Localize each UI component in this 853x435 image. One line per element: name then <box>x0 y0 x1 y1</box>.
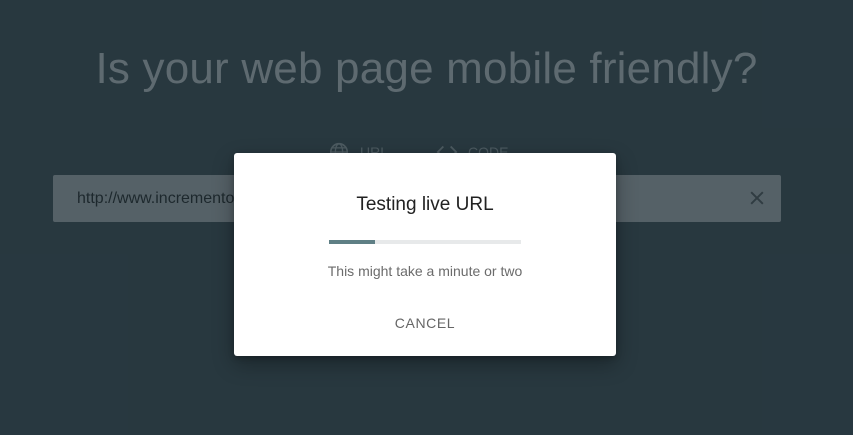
progress-fill <box>329 240 376 244</box>
dialog-title: Testing live URL <box>356 194 494 215</box>
progress-bar <box>329 240 521 244</box>
dialog-message: This might take a minute or two <box>327 263 523 279</box>
cancel-button[interactable]: CANCEL <box>385 310 465 336</box>
testing-dialog: Testing live URL This might take a minut… <box>234 153 616 356</box>
